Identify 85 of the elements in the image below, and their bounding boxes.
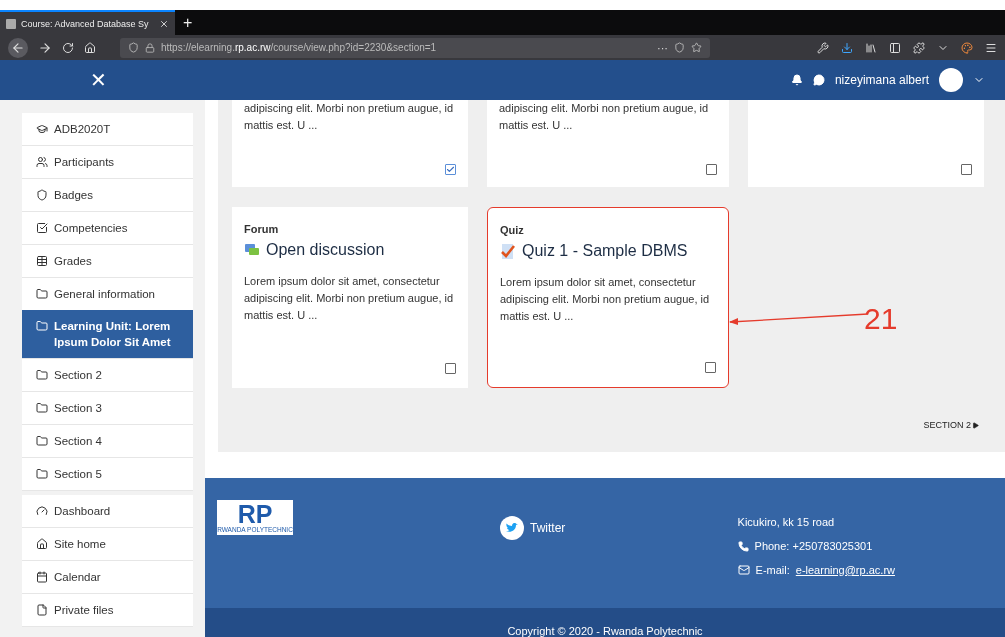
activity-title[interactable]: Open discussion — [244, 241, 456, 259]
sidebar-item[interactable]: Section 5 — [22, 458, 193, 491]
folder-icon — [36, 466, 48, 480]
sidebar-item[interactable]: Section 2 — [22, 359, 193, 392]
browser-tab[interactable]: Course: Advanced Database Sy — [0, 10, 175, 35]
sidebar-item[interactable]: General information — [22, 278, 193, 311]
user-name[interactable]: nizeyimana albert — [834, 73, 929, 87]
folder-icon — [36, 400, 48, 414]
phone-text: Phone: +250783025301 — [754, 540, 873, 552]
lock-icon — [145, 42, 155, 53]
email-link[interactable]: e-learning@rp.ac.rw — [795, 564, 895, 576]
activity-description: Lorem ipsum dolor sit amet, consectetur adipiscing elit. Morbi non pretium augue, id mattis est. U ... — [500, 275, 711, 324]
sidebar-item[interactable]: Private files — [22, 594, 193, 627]
activity-type: Forum — [244, 223, 280, 235]
shield-icon — [36, 187, 48, 201]
annotation-number: 21 — [864, 304, 898, 334]
avatar-icon[interactable] — [939, 68, 963, 92]
table-icon — [36, 253, 48, 267]
library-icon[interactable] — [865, 41, 877, 54]
check-icon — [446, 165, 455, 174]
sidebar-item[interactable]: Site home — [22, 528, 193, 561]
sidebar-item[interactable]: Competencies — [22, 212, 193, 245]
address-bar[interactable]: https://elearning.rp.ac.rw/course/view.php?id=2230&section=1 ··· — [120, 37, 710, 58]
copyright-text: Copyright © 2020 - Rwanda Polytechnic — [507, 625, 703, 637]
activity-description: adipiscing elit. Morbi non pretium augue, id mattis est. U ... — [244, 101, 455, 133]
completion-checkbox[interactable] — [445, 363, 456, 374]
checkbox-icon — [36, 220, 48, 234]
chat-bubbles-icon — [244, 242, 260, 258]
gauge-icon — [36, 503, 48, 517]
arrow-right-icon — [38, 40, 52, 55]
activity-description: adipiscing elit. Morbi non pretium augue, id mattis est. U ... — [499, 101, 710, 133]
back-button[interactable] — [8, 37, 28, 58]
star-icon[interactable] — [691, 42, 702, 53]
close-button[interactable]: ✕ — [90, 68, 107, 92]
completion-checkbox[interactable] — [445, 164, 456, 175]
home-icon — [84, 41, 96, 54]
reload-button[interactable] — [62, 41, 74, 54]
sidebar-item[interactable]: Participants — [22, 146, 193, 179]
wrench-icon[interactable] — [817, 41, 829, 54]
close-icon[interactable] — [159, 18, 169, 29]
sidebar-item[interactable]: Learning Unit: Lorem Ipsum Dolor Sit Amet — [22, 310, 193, 359]
arrow-left-icon — [11, 40, 25, 55]
bird-icon — [500, 516, 524, 540]
folder-icon — [36, 367, 48, 381]
favicon-icon — [6, 18, 16, 29]
palette-icon[interactable] — [961, 41, 973, 54]
sidebar-icon[interactable] — [889, 41, 901, 54]
home-icon — [36, 536, 48, 550]
bell-icon[interactable] — [790, 74, 803, 86]
quiz-checkmark-icon — [500, 242, 516, 260]
sidebar-item[interactable]: Section 3 — [22, 392, 193, 425]
download-icon[interactable] — [841, 41, 853, 54]
forward-button[interactable] — [38, 40, 52, 55]
sidebar-item[interactable]: Section 4 — [22, 425, 193, 458]
activity-description: Lorem ipsum dolor sit amet, consectetur adipiscing elit. Morbi non pretium augue, id mattis est. U ... — [244, 274, 455, 323]
phone-icon — [737, 540, 749, 552]
sidebar-item[interactable]: Dashboard — [22, 495, 193, 528]
chat-icon[interactable] — [812, 74, 825, 86]
calendar-icon — [36, 569, 48, 583]
sidebar-item[interactable]: ADB2020T — [22, 113, 193, 146]
sidebar-item[interactable]: Badges — [22, 179, 193, 212]
email-label: E-mail: — [755, 564, 790, 576]
file-icon — [36, 602, 48, 616]
sidebar-item[interactable]: Calendar — [22, 561, 193, 594]
activity-title[interactable]: Quiz 1 - Sample DBMS — [500, 242, 716, 260]
address-text: Kicukiro, kk 15 road — [737, 516, 836, 528]
activity-type: Quiz — [500, 224, 525, 236]
completion-checkbox[interactable] — [961, 164, 972, 175]
folder-icon — [36, 286, 48, 300]
shield-icon — [128, 42, 139, 53]
play-triangle-icon — [972, 421, 979, 429]
new-tab-button[interactable]: + — [175, 10, 201, 35]
folder-icon — [36, 433, 48, 447]
next-section-link[interactable]: SECTION 2 — [923, 420, 979, 430]
mail-icon — [737, 564, 750, 576]
users-icon — [36, 154, 48, 168]
menu-icon[interactable] — [985, 41, 997, 54]
sidebar-item[interactable]: Grades — [22, 245, 193, 278]
folder-icon — [36, 318, 48, 332]
home-button[interactable] — [84, 41, 96, 54]
twitter-link[interactable]: Twitter — [500, 516, 566, 540]
reload-icon — [62, 41, 74, 54]
completion-checkbox[interactable] — [705, 362, 716, 373]
page-actions-button[interactable]: ··· — [657, 41, 668, 54]
completion-checkbox[interactable] — [706, 164, 717, 175]
